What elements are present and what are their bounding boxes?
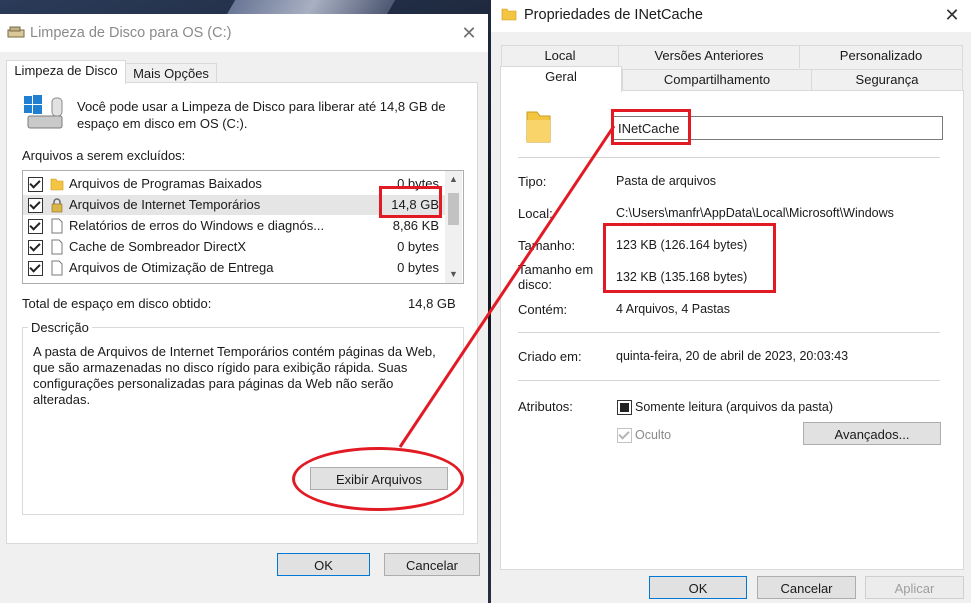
checkbox[interactable] <box>28 240 43 255</box>
ok-button[interactable]: OK <box>277 553 370 576</box>
list-item[interactable]: Arquivos de Otimização de Entrega 0 byte… <box>23 258 445 278</box>
list-item-name: Relatórios de erros do Windows e diagnós… <box>69 218 325 233</box>
hidden-checkbox[interactable] <box>617 428 632 443</box>
description-legend: Descrição <box>28 320 92 335</box>
scroll-down-icon[interactable]: ▼ <box>445 266 462 283</box>
highlight-box-sizes <box>603 223 776 293</box>
checkbox[interactable] <box>28 219 43 234</box>
general-panel <box>500 90 964 570</box>
lock-icon <box>51 198 63 213</box>
list-item-size: 0 bytes <box>397 239 439 254</box>
highlight-box-folder-name <box>611 109 691 145</box>
tab-compartilhamento[interactable]: Compartilhamento <box>622 69 812 91</box>
tab-geral[interactable]: Geral <box>500 66 622 92</box>
total-space-value: 14,8 GB <box>408 296 456 311</box>
checkbox[interactable] <box>28 198 43 213</box>
created-label: Criado em: <box>518 349 582 364</box>
scroll-thumb[interactable] <box>448 193 459 225</box>
location-value: C:\Users\manfr\AppData\Local\Microsoft\W… <box>616 206 894 220</box>
list-item-name: Arquivos de Programas Baixados <box>69 176 262 191</box>
list-item-name: Cache de Sombreador DirectX <box>69 239 247 254</box>
disk-size-label: Tamanho em disco: <box>518 262 594 292</box>
separator <box>518 157 940 158</box>
disk-cleanup-icon <box>7 26 25 38</box>
checkbox[interactable] <box>28 261 43 276</box>
checkbox[interactable] <box>28 177 43 192</box>
attributes-label: Atributos: <box>518 399 573 414</box>
total-space-label: Total de espaço em disco obtido: <box>22 296 212 311</box>
tab-limpeza-de-disco[interactable]: Limpeza de Disco <box>6 60 126 84</box>
list-item-size: 8,86 KB <box>392 218 439 233</box>
separator <box>518 332 940 333</box>
list-item-size: 0 bytes <box>397 260 439 275</box>
file-icon <box>51 260 63 276</box>
tab-mais-opcoes[interactable]: Mais Opções <box>125 63 217 83</box>
readonly-label: Somente leitura (arquivos da pasta) <box>635 400 834 414</box>
list-scrollbar[interactable]: ▲ ▼ <box>445 171 462 283</box>
file-icon <box>51 218 63 234</box>
size-label: Tamanho: <box>518 238 576 253</box>
list-item-name: Arquivos de Internet Temporários <box>69 197 261 212</box>
location-label: Local: <box>518 206 553 221</box>
contains-label: Contém: <box>518 302 568 317</box>
highlight-ellipse-view-files <box>292 447 464 511</box>
contains-value: 4 Arquivos, 4 Pastas <box>616 302 730 316</box>
files-to-delete-label: Arquivos a serem excluídos: <box>22 148 186 163</box>
type-value: Pasta de arquivos <box>616 174 717 188</box>
cancel-button[interactable]: Cancelar <box>384 553 480 576</box>
list-item-name: Arquivos de Otimização de Entrega <box>69 260 274 275</box>
list-item[interactable]: Relatórios de erros do Windows e diagnós… <box>23 216 445 236</box>
scroll-up-icon[interactable]: ▲ <box>445 171 462 188</box>
type-label: Tipo: <box>518 174 547 189</box>
disk-cleanup-large-icon <box>24 95 63 129</box>
intro-text: Você pode usar a Limpeza de Disco para l… <box>77 99 446 131</box>
indeterminate-mark <box>620 403 629 412</box>
highlight-box-size <box>379 186 442 218</box>
description-text: A pasta de Arquivos de Internet Temporár… <box>33 344 436 407</box>
properties-title: Propriedades de INetCache <box>524 7 703 23</box>
created-value: quinta-feira, 20 de abril de 2023, 20:03… <box>616 349 849 363</box>
file-icon <box>51 239 63 255</box>
tab-local[interactable]: Local <box>501 45 619 68</box>
properties-titlebar: Propriedades de INetCache ✕ <box>491 0 971 32</box>
close-icon[interactable]: ✕ <box>458 22 480 44</box>
separator <box>518 380 940 381</box>
tab-personalizado[interactable]: Personalizado <box>799 45 963 68</box>
apply-button[interactable]: Aplicar <box>865 576 964 599</box>
ok-button[interactable]: OK <box>649 576 747 599</box>
cancel-button[interactable]: Cancelar <box>757 576 856 599</box>
tab-seguranca[interactable]: Segurança <box>811 69 963 91</box>
list-item[interactable]: Cache de Sombreador DirectX 0 bytes <box>23 237 445 257</box>
hidden-label: Oculto <box>635 428 672 442</box>
disk-cleanup-titlebar: Limpeza de Disco para OS (C:) ✕ <box>0 14 488 52</box>
readonly-checkbox[interactable] <box>617 400 632 415</box>
folder-icon <box>50 178 64 191</box>
advanced-button[interactable]: Avançados... <box>803 422 941 445</box>
folder-large-icon <box>526 111 551 143</box>
properties-window: Propriedades de INetCache ✕ Local Versõe… <box>491 0 971 603</box>
tab-versoes-anteriores[interactable]: Versões Anteriores <box>618 45 800 68</box>
disk-cleanup-title: Limpeza de Disco para OS (C:) <box>30 25 232 41</box>
close-icon[interactable]: ✕ <box>941 4 963 26</box>
check-icon <box>618 428 630 440</box>
folder-icon <box>501 8 517 21</box>
